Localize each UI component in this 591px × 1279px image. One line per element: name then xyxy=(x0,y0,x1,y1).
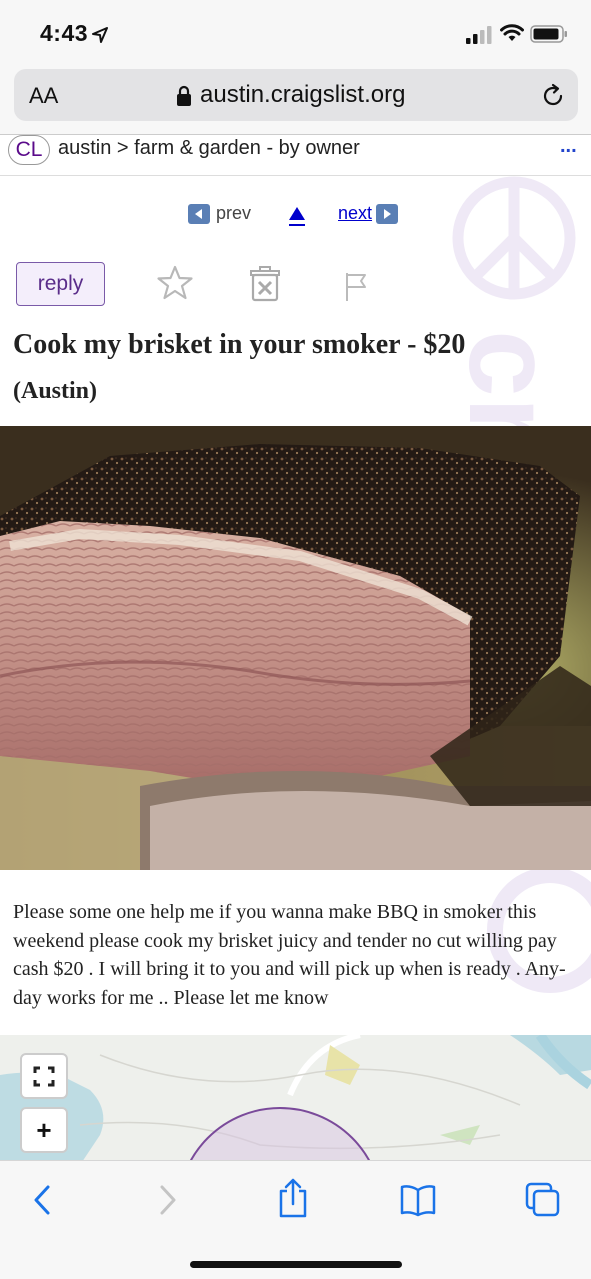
posting-location: (Austin) xyxy=(13,378,98,404)
fullscreen-button[interactable] xyxy=(20,1053,68,1099)
posting-title-text: Cook my brisket in your smoker - $20 xyxy=(13,329,466,360)
posting-navigation: prev next xyxy=(188,203,418,229)
location-arrow-icon xyxy=(92,27,108,43)
zoom-in-button[interactable]: + xyxy=(20,1107,68,1153)
map-tiles xyxy=(0,1035,591,1165)
location-map[interactable]: + xyxy=(0,1035,591,1165)
up-arrow-icon[interactable] xyxy=(288,205,306,227)
bookmarks-icon[interactable] xyxy=(399,1183,437,1217)
battery-icon xyxy=(530,25,567,43)
wifi-icon xyxy=(500,24,524,41)
fullscreen-icon xyxy=(33,1066,55,1087)
posting-title: Cook my brisket in your smoker - $20 (Au… xyxy=(13,322,573,414)
posting-body: Please some one help me if you wanna mak… xyxy=(13,901,566,1009)
url-text[interactable]: austin.craigslist.org xyxy=(200,81,405,109)
text-size-button[interactable]: AA xyxy=(29,83,58,109)
breadcrumb-path[interactable]: austin > farm & garden - by owner xyxy=(58,137,360,160)
next-label: next xyxy=(338,203,373,223)
tabs-icon[interactable] xyxy=(524,1181,562,1219)
address-bar[interactable]: AA austin.craigslist.org xyxy=(14,69,578,121)
breadcrumb: CL austin > farm & garden - by owner ... xyxy=(0,134,591,176)
flag-icon[interactable] xyxy=(343,271,371,303)
more-menu-button[interactable]: ... xyxy=(560,135,577,158)
share-icon[interactable] xyxy=(276,1177,310,1219)
home-indicator xyxy=(190,1261,402,1268)
forward-icon[interactable] xyxy=(156,1183,180,1217)
lock-icon xyxy=(177,85,191,106)
browser-address-area: AA austin.craigslist.org xyxy=(0,64,591,134)
signal-icon xyxy=(466,26,492,44)
next-arrow-icon xyxy=(376,203,399,224)
status-bar: 4:43 xyxy=(0,0,591,64)
prev-label: prev xyxy=(216,203,252,223)
brisket-photo[interactable] xyxy=(0,426,591,870)
next-link[interactable]: next xyxy=(338,203,399,224)
hide-trash-icon[interactable] xyxy=(248,265,282,303)
prev-link[interactable]: prev xyxy=(188,203,251,224)
prev-arrow-icon xyxy=(188,203,210,224)
status-time: 4:43 xyxy=(40,20,89,46)
craigslist-logo[interactable]: CL xyxy=(8,135,50,165)
reply-button[interactable]: reply xyxy=(16,262,105,306)
reload-icon[interactable] xyxy=(540,83,566,109)
favorite-star-icon[interactable] xyxy=(156,265,194,301)
back-icon[interactable] xyxy=(30,1183,54,1217)
